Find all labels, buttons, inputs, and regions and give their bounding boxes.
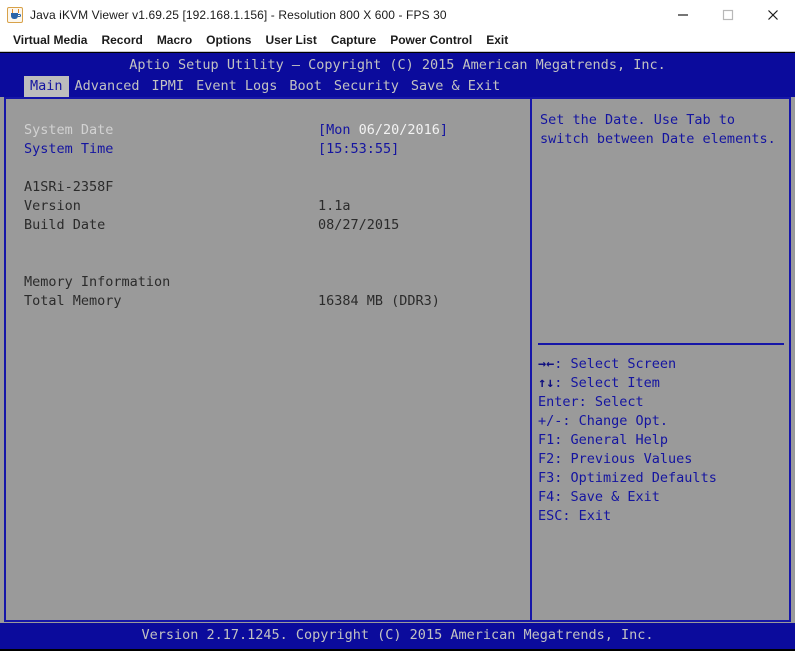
legend-row-select-screen: →←: Select Screen: [538, 355, 786, 374]
key-legend: →←: Select Screen ↑↓: Select Item Enter:…: [538, 355, 786, 526]
system-date-field[interactable]: 06/20/2016: [359, 122, 440, 138]
system-date-value[interactable]: [Mon 06/20/2016]: [318, 121, 448, 140]
board-model-label: A1SRi-2358F: [24, 179, 114, 195]
system-time-value[interactable]: [15:53:55]: [318, 140, 399, 159]
total-memory-label: Total Memory: [24, 293, 122, 309]
bios-header: Aptio Setup Utility – Copyright (C) 2015…: [0, 53, 795, 97]
legend-text-f4: : Save & Exit: [554, 489, 660, 505]
legend-text-f1: : General Help: [554, 432, 669, 448]
system-date-label: System Date: [24, 122, 114, 138]
bios-settings-pane: System Date [Mon 06/20/2016] System Time…: [6, 99, 530, 620]
legend-key-f2: F2: [538, 451, 555, 467]
tab-event-logs[interactable]: Event Logs: [190, 76, 283, 97]
legend-text-f2: : Previous Values: [554, 451, 693, 467]
bios-footer: Version 2.17.1245. Copyright (C) 2015 Am…: [0, 623, 795, 649]
version-value: 1.1a: [318, 198, 351, 214]
legend-row-enter: Enter: Select: [538, 393, 786, 412]
menu-item-options[interactable]: Options: [199, 31, 258, 49]
legend-row-change-opt: +/-: Change Opt.: [538, 412, 786, 431]
legend-row-f3: F3: Optimized Defaults: [538, 469, 786, 488]
legend-text-select-item: : Select Item: [554, 375, 660, 391]
legend-row-f4: F4: Save & Exit: [538, 488, 786, 507]
window-titlebar: Java iKVM Viewer v1.69.25 [192.168.1.156…: [0, 0, 795, 30]
legend-row-f1: F1: General Help: [538, 431, 786, 450]
legend-key-plus-minus: +/-: [538, 413, 563, 429]
maximize-icon[interactable]: [705, 0, 750, 29]
window-controls: [660, 0, 795, 29]
tab-boot[interactable]: Boot: [283, 76, 328, 97]
build-date-value: 08/27/2015: [318, 217, 400, 233]
system-time-label: System Time: [24, 141, 114, 157]
help-description: Set the Date. Use Tab to switch between …: [540, 112, 776, 147]
help-separator: [538, 343, 784, 345]
legend-row-esc: ESC: Exit: [538, 507, 786, 526]
menu-item-virtual-media[interactable]: Virtual Media: [6, 31, 94, 49]
system-date-bracket-close: ]: [439, 122, 449, 138]
legend-key-f1: F1: [538, 432, 555, 448]
legend-text-esc: : Exit: [562, 508, 612, 524]
legend-key-f4: F4: [538, 489, 555, 505]
app-menubar: Virtual Media Record Macro Options User …: [0, 29, 795, 52]
bios-help-pane: Set the Date. Use Tab to switch between …: [532, 99, 789, 620]
legend-text-select-screen: : Select Screen: [554, 356, 677, 372]
tab-main[interactable]: Main: [24, 76, 69, 97]
window-title: Java iKVM Viewer v1.69.25 [192.168.1.156…: [30, 7, 447, 22]
menu-item-user-list[interactable]: User List: [258, 31, 323, 49]
tab-security[interactable]: Security: [328, 76, 405, 97]
menu-item-record[interactable]: Record: [94, 31, 149, 49]
bios-footer-text: Version 2.17.1245. Copyright (C) 2015 Am…: [141, 627, 654, 643]
memory-information-label: Memory Information: [24, 274, 171, 290]
version-label: Version: [24, 198, 81, 214]
total-memory-value: 16384 MB (DDR3): [318, 293, 440, 309]
bios-console-screen: Aptio Setup Utility – Copyright (C) 2015…: [0, 53, 795, 651]
legend-row-f2: F2: Previous Values: [538, 450, 786, 469]
legend-text-f3: : Optimized Defaults: [554, 470, 717, 486]
legend-text-change-opt: : Change Opt.: [562, 413, 669, 429]
menu-item-macro[interactable]: Macro: [150, 31, 199, 49]
bios-body: System Date [Mon 06/20/2016] System Time…: [4, 97, 791, 622]
close-icon[interactable]: [750, 0, 795, 29]
menu-item-exit[interactable]: Exit: [479, 31, 515, 49]
java-cup-icon: [7, 6, 23, 23]
minimize-icon[interactable]: [660, 0, 705, 29]
menu-item-power-control[interactable]: Power Control: [383, 31, 479, 49]
legend-key-enter: Enter: [538, 394, 579, 410]
tab-ipmi[interactable]: IPMI: [146, 76, 191, 97]
build-date-label: Build Date: [24, 217, 106, 233]
tab-advanced[interactable]: Advanced: [69, 76, 146, 97]
legend-key-f3: F3: [538, 470, 555, 486]
legend-row-select-item: ↑↓: Select Item: [538, 374, 786, 393]
system-date-bracket-open: [Mon: [318, 122, 359, 138]
menu-item-capture[interactable]: Capture: [324, 31, 383, 49]
bios-tabbar: Main Advanced IPMI Event Logs Boot Secur…: [24, 76, 506, 97]
legend-key-esc: ESC: [538, 508, 563, 524]
legend-text-enter: : Select: [578, 394, 644, 410]
arrow-up-down-icon: ↑↓: [538, 375, 555, 391]
arrow-left-right-icon: →←: [538, 356, 555, 372]
bios-title: Aptio Setup Utility – Copyright (C) 2015…: [129, 57, 666, 73]
tab-save-and-exit[interactable]: Save & Exit: [405, 76, 506, 97]
ikvm-viewer-window: Java iKVM Viewer v1.69.25 [192.168.1.156…: [0, 0, 795, 651]
